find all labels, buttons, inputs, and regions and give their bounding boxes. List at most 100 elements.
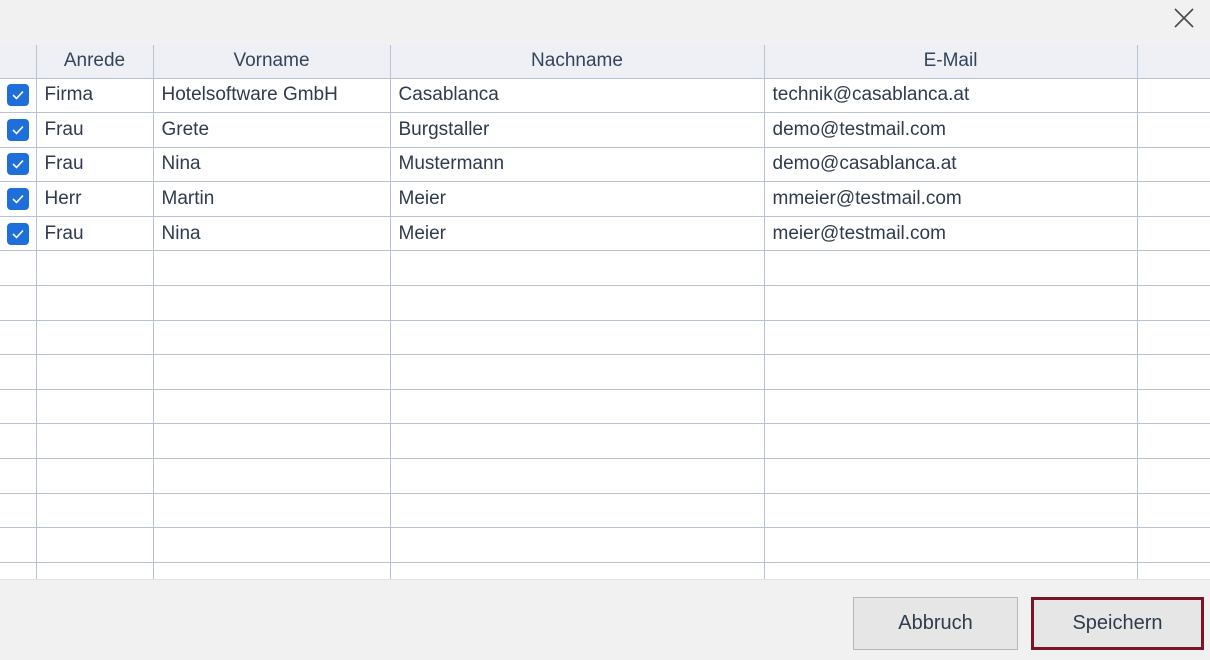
cell-nachname[interactable]: Mustermann [390, 147, 765, 183]
empty-cell [390, 354, 765, 390]
cell-email[interactable]: mmeier@testmail.com [764, 181, 1138, 217]
table-row[interactable]: Frau Nina Mustermann demo@casablanca.at [0, 147, 1210, 183]
empty-cell [764, 458, 1138, 494]
table-row[interactable]: Frau Nina Meier meier@testmail.com [0, 216, 1210, 252]
column-header-vorname[interactable]: Vorname [153, 45, 391, 79]
empty-cell [1137, 458, 1210, 494]
cell-email[interactable]: demo@testmail.com [764, 112, 1138, 148]
table-row[interactable]: Firma Hotelsoftware GmbH Casablanca technik… [0, 78, 1210, 114]
empty-row [0, 389, 1210, 425]
cell-anrede[interactable]: Frau [36, 147, 154, 183]
empty-cell [0, 320, 37, 356]
empty-cell [1137, 354, 1210, 390]
empty-cell [1137, 423, 1210, 460]
empty-cell [390, 493, 765, 529]
empty-cell [0, 285, 37, 321]
row-checkbox[interactable] [6, 153, 29, 176]
empty-cell [390, 562, 765, 579]
empty-row [0, 493, 1210, 529]
cell-vorname[interactable]: Hotelsoftware GmbH [153, 78, 391, 114]
empty-cell [36, 493, 154, 529]
empty-cell [0, 562, 37, 579]
empty-cell [36, 527, 154, 563]
empty-cell [36, 285, 154, 321]
table-header-row: Anrede Vorname Nachname E-Mail [0, 45, 1210, 79]
cell-vorname[interactable]: Grete [153, 112, 391, 148]
cell-empty [1137, 78, 1210, 114]
empty-cell [0, 458, 37, 494]
empty-cell [764, 354, 1138, 390]
checkmark-icon [12, 160, 24, 170]
empty-row [0, 423, 1210, 460]
empty-cell [153, 354, 391, 390]
empty-row [0, 527, 1210, 563]
cell-empty [1137, 147, 1210, 183]
cancel-button[interactable]: Abbruch [853, 597, 1018, 650]
row-select-cell [0, 147, 37, 183]
empty-cell [153, 285, 391, 321]
save-button[interactable]: Speichern [1031, 597, 1204, 650]
empty-cell [1137, 320, 1210, 356]
cell-nachname[interactable]: Casablanca [390, 78, 765, 114]
column-header-select[interactable] [0, 45, 37, 79]
column-header-anrede[interactable]: Anrede [36, 45, 154, 79]
cell-vorname[interactable]: Nina [153, 216, 391, 252]
table-row[interactable]: Frau Grete Burgstaller demo@testmail.com [0, 112, 1210, 148]
empty-cell [36, 423, 154, 460]
row-select-cell [0, 78, 37, 114]
column-header-email[interactable]: E-Mail [764, 45, 1138, 79]
empty-cell [0, 493, 37, 529]
cell-nachname[interactable]: Meier [390, 216, 765, 252]
empty-cell [36, 389, 154, 425]
checkmark-icon [12, 195, 24, 204]
empty-cell [390, 423, 765, 460]
cell-anrede[interactable]: Herr [36, 181, 154, 217]
empty-cell [0, 250, 37, 287]
cell-vorname[interactable]: Nina [153, 147, 391, 183]
table-row[interactable]: Herr Martin Meier mmeier@testmail.com [0, 181, 1210, 217]
empty-cell [1137, 285, 1210, 321]
empty-cell [390, 285, 765, 321]
checkmark-icon [12, 229, 24, 239]
empty-cell [36, 320, 154, 356]
empty-cell [1137, 493, 1210, 529]
checkmark-icon [12, 125, 24, 135]
empty-row [0, 250, 1210, 287]
empty-row [0, 354, 1210, 390]
empty-cell [764, 250, 1138, 287]
empty-cell [764, 285, 1138, 321]
empty-cell [36, 562, 154, 579]
empty-cell [153, 320, 391, 356]
cell-anrede[interactable]: Frau [36, 216, 154, 252]
cell-nachname[interactable]: Burgstaller [390, 112, 765, 148]
empty-cell [36, 458, 154, 494]
empty-cell [764, 320, 1138, 356]
empty-cell [0, 527, 37, 563]
empty-cell [390, 389, 765, 425]
cell-nachname[interactable]: Meier [390, 181, 765, 217]
close-button[interactable] [1172, 6, 1196, 30]
row-checkbox[interactable] [6, 222, 29, 245]
empty-cell [390, 458, 765, 494]
cell-vorname[interactable]: Martin [153, 181, 391, 217]
cell-anrede[interactable]: Firma [36, 78, 154, 114]
checkmark-icon [12, 91, 24, 100]
cell-email[interactable]: meier@testmail.com [764, 216, 1138, 252]
column-header-empty [1137, 45, 1210, 79]
empty-cell [764, 493, 1138, 529]
row-checkbox[interactable] [6, 118, 29, 141]
cell-empty [1137, 181, 1210, 217]
cell-email[interactable]: demo@casablanca.at [764, 147, 1138, 183]
empty-cell [764, 527, 1138, 563]
empty-cell [153, 562, 391, 579]
cell-email[interactable]: technik@casablanca.at [764, 78, 1138, 114]
empty-cell [153, 250, 391, 287]
row-select-cell [0, 181, 37, 217]
column-header-nachname[interactable]: Nachname [390, 45, 765, 79]
row-checkbox[interactable] [6, 188, 29, 211]
empty-cell [390, 527, 765, 563]
close-icon [1174, 8, 1194, 28]
empty-cell [1137, 250, 1210, 287]
cell-anrede[interactable]: Frau [36, 112, 154, 148]
row-checkbox[interactable] [6, 84, 29, 107]
